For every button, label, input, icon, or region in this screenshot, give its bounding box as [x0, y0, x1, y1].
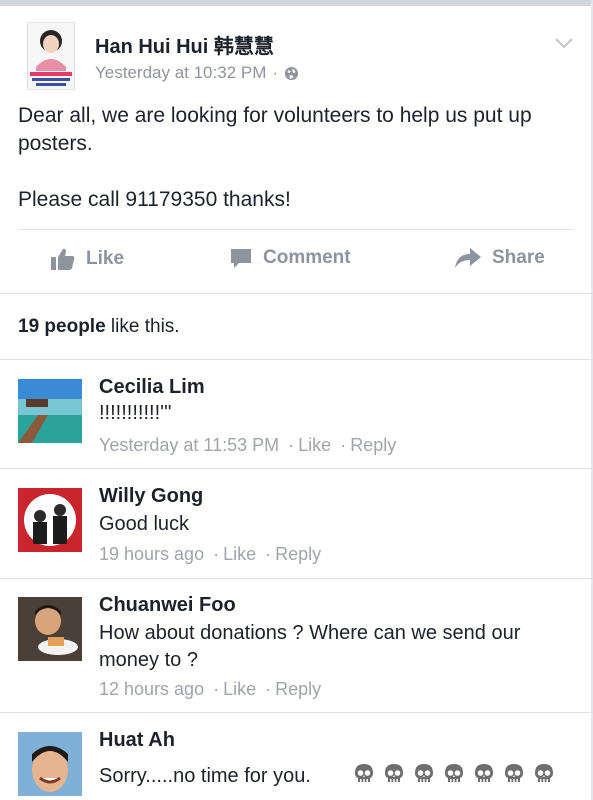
share-button[interactable]: Share [454, 246, 545, 270]
comment-meta: 12 hours ago · Like · Reply [99, 679, 322, 699]
comment-text: Good luck [99, 513, 190, 535]
divider [18, 229, 574, 230]
comment-icon [231, 249, 251, 268]
skull-emoji-icon [535, 764, 553, 782]
comment-button[interactable]: Comment [229, 246, 351, 270]
comment-like-link[interactable]: Like [223, 544, 256, 564]
likes-count: 19 people [18, 316, 106, 337]
commenter-avatar[interactable] [18, 732, 82, 796]
likes-summary[interactable]: 19 people like this. [18, 316, 180, 338]
comment-text: How about donations ? Where can we send … [99, 622, 521, 671]
divider [0, 578, 593, 579]
comment-time: 19 hours ago [99, 544, 205, 564]
post-body: Dear all, we are looking for volunteers … [18, 102, 578, 214]
post-timestamp[interactable]: Yesterday at 10:32 PM [95, 63, 266, 83]
globe-icon [284, 66, 299, 80]
skull-emoji-icon [475, 764, 493, 782]
commenter-avatar[interactable] [18, 597, 82, 661]
commenter-name[interactable]: Chuanwei Foo [99, 594, 236, 617]
post-meta: Yesterday at 10:32 PM · [95, 63, 299, 83]
comment-text: !!!!!!!!!!!''' [99, 402, 172, 424]
skull-emoji-icon [445, 764, 463, 782]
comment-text: Sorry.....no time for you. [99, 765, 311, 787]
skull-emoji-icon [385, 764, 403, 782]
chevron-down-icon[interactable] [554, 36, 574, 50]
comment-like-link[interactable]: Like [223, 679, 256, 699]
commenter-name[interactable]: Cecilia Lim [99, 376, 205, 399]
comment-meta: Yesterday at 11:53 PM · Like · Reply [99, 435, 397, 455]
comment-reply-link[interactable]: Reply [275, 544, 321, 564]
author-name[interactable]: Han Hui Hui 韩慧慧 [95, 30, 274, 59]
comment-like-link[interactable]: Like [298, 435, 331, 455]
divider [0, 468, 593, 469]
like-label: Like [86, 248, 125, 269]
comment-label: Comment [263, 247, 351, 268]
commenter-avatar[interactable] [18, 488, 82, 552]
skull-emoji-row [352, 762, 556, 786]
skull-emoji-icon [355, 764, 373, 782]
comment-time: Yesterday at 11:53 PM [99, 435, 280, 455]
like-button[interactable]: Like [50, 246, 124, 272]
divider [0, 712, 593, 713]
commenter-avatar[interactable] [18, 379, 82, 443]
divider [0, 293, 593, 294]
skull-emoji-icon [505, 764, 523, 782]
post-text-line2: Please call 91179350 thanks! [18, 188, 291, 211]
comment-meta: 19 hours ago · Like · Reply [99, 544, 322, 564]
commenter-name[interactable]: Huat Ah [99, 729, 175, 752]
comment-reply-link[interactable]: Reply [350, 435, 396, 455]
author-avatar[interactable] [27, 22, 75, 90]
thumbs-up-icon [51, 248, 75, 270]
divider [0, 359, 593, 360]
top-bar [0, 0, 593, 6]
comment-time: 12 hours ago [99, 679, 205, 699]
likes-suffix: like this. [105, 316, 180, 337]
skull-emoji-icon [415, 764, 433, 782]
comment-reply-link[interactable]: Reply [275, 679, 321, 699]
meta-separator: · [272, 63, 279, 82]
share-label: Share [492, 247, 545, 268]
share-arrow-icon [455, 248, 481, 268]
post-text-line1: Dear all, we are looking for volunteers … [18, 104, 532, 155]
commenter-name[interactable]: Willy Gong [99, 485, 203, 508]
